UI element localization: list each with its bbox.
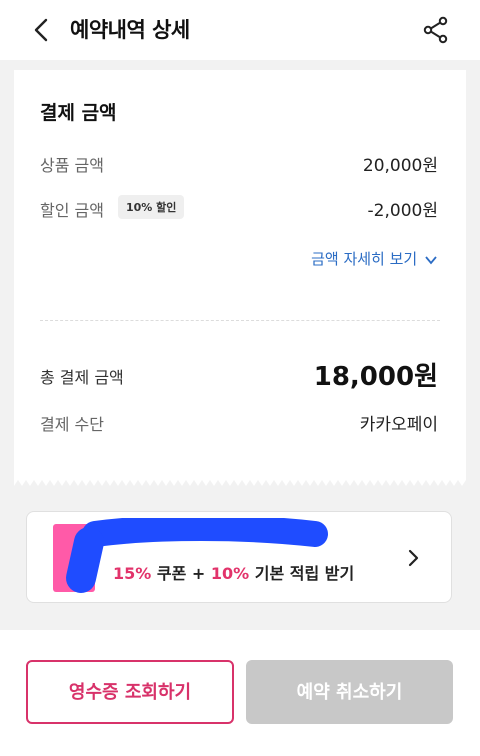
cancel-reservation-button[interactable]: 예약 취소하기 <box>246 660 453 724</box>
payment-summary-card: 결제 금액 상품 금액 20,000원 할인 금액 10% 할인 -2,000원… <box>14 70 466 480</box>
total-price-value: 18,000원 <box>313 362 438 392</box>
share-icon[interactable] <box>422 16 450 44</box>
price-detail-link[interactable]: 금액 자세히 보기 <box>311 248 438 269</box>
total-price-label: 총 결제 금액 <box>40 368 124 387</box>
reward-percent: 10% <box>210 564 250 583</box>
product-price-value: 20,000원 <box>362 156 438 176</box>
reward-text: 기본 적립 받기 <box>249 564 355 583</box>
coupon-text: 쿠폰 + <box>151 564 211 583</box>
product-price-label: 상품 금액 <box>40 156 104 175</box>
payment-section-title: 결제 금액 <box>40 102 117 124</box>
reward-promo-banner[interactable]: 15% 쿠폰 + 10% 기본 적립 받기 <box>26 511 452 603</box>
divider <box>40 320 440 321</box>
promo-text: 15% 쿠폰 + 10% 기본 적립 받기 <box>113 560 354 584</box>
price-detail-label: 금액 자세히 보기 <box>311 250 418 268</box>
discount-value: -2,000원 <box>367 201 438 221</box>
bottom-action-bar: 영수증 조회하기 예약 취소하기 <box>0 630 480 756</box>
page-title: 예약내역 상세 <box>70 18 190 42</box>
view-receipt-button[interactable]: 영수증 조회하기 <box>26 660 234 724</box>
chevron-right-icon <box>408 549 419 567</box>
discount-badge: 10% 할인 <box>118 195 185 219</box>
payment-method-label: 결제 수단 <box>40 415 104 434</box>
chevron-left-icon[interactable] <box>28 16 56 44</box>
coupon-percent: 15% <box>113 564 152 583</box>
top-app-bar: 예약내역 상세 <box>0 0 480 60</box>
ticket-edge <box>14 474 466 486</box>
chevron-down-icon <box>425 255 437 264</box>
payment-method-value: 카카오페이 <box>359 415 438 435</box>
discount-label: 할인 금액 <box>40 201 104 220</box>
